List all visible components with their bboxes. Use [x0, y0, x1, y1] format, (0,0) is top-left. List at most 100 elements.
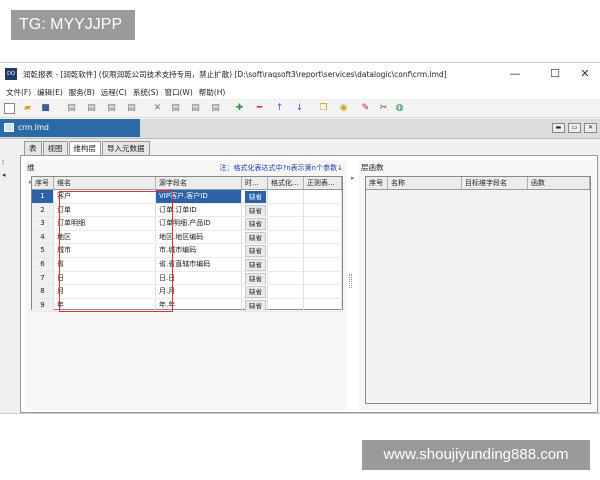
database-icon[interactable]: ◉: [338, 103, 349, 114]
default-button[interactable]: 缺省: [245, 258, 266, 271]
cell-time[interactable]: 缺省: [242, 217, 268, 230]
cell-regex[interactable]: [304, 285, 342, 298]
table-icon[interactable]: ▤: [210, 103, 221, 114]
cell-dim-name[interactable]: 年: [54, 298, 156, 312]
table-row[interactable]: 2 订单 订单.订单ID 缺省: [32, 203, 342, 218]
cell-regex[interactable]: [304, 257, 342, 271]
menu-edit[interactable]: 编辑(E): [37, 87, 63, 98]
row-index[interactable]: 6: [32, 257, 54, 271]
default-button[interactable]: 缺省: [245, 204, 266, 217]
cell-format[interactable]: [268, 257, 304, 271]
cell-format[interactable]: [268, 298, 304, 312]
cell-source-field[interactable]: 订单.订单ID: [156, 203, 242, 217]
cell-time[interactable]: 缺省: [242, 230, 268, 244]
cell-time[interactable]: 缺省: [242, 285, 268, 298]
cell-regex[interactable]: [304, 203, 342, 217]
cell-regex[interactable]: [304, 271, 342, 285]
col-format[interactable]: 格式化...: [268, 177, 304, 189]
default-button[interactable]: 缺省: [245, 191, 266, 203]
col-function[interactable]: 函数: [528, 177, 590, 189]
cell-source-field[interactable]: 年.年: [156, 298, 242, 312]
cell-dim-name[interactable]: 日: [54, 271, 156, 285]
cell-source-field[interactable]: 省.省直辖市编码: [156, 257, 242, 271]
cell-format[interactable]: [268, 203, 304, 217]
col-index[interactable]: 序号: [32, 177, 54, 189]
doc-restore-button[interactable]: ▭: [568, 123, 581, 133]
row-index[interactable]: 4: [32, 230, 54, 244]
table-icon[interactable]: ▤: [190, 103, 201, 114]
cell-time[interactable]: 缺省: [242, 298, 268, 312]
default-button[interactable]: 缺省: [245, 231, 266, 244]
tools-icon[interactable]: ✎: [360, 103, 371, 114]
col-name[interactable]: 名称: [388, 177, 462, 189]
col-target-field[interactable]: 目标维字段名: [462, 177, 528, 189]
col-index[interactable]: 序号: [366, 177, 388, 189]
col-dim-name[interactable]: 维名: [54, 177, 156, 189]
row-index[interactable]: 9: [32, 298, 54, 312]
collapse-arrow-icon[interactable]: ▸: [351, 174, 355, 182]
tab-dimension-layers[interactable]: 维构层: [68, 141, 101, 156]
open-folder-icon[interactable]: ▰: [22, 103, 33, 114]
cell-time[interactable]: 缺省: [242, 257, 268, 271]
cell-source-field[interactable]: 市.城市编码: [156, 244, 242, 257]
menu-service[interactable]: 服务(B): [69, 87, 95, 98]
cell-time[interactable]: 缺省: [242, 271, 268, 285]
cell-regex[interactable]: [304, 190, 342, 203]
cell-dim-name[interactable]: 客户: [54, 190, 156, 203]
table-icon[interactable]: ▤: [170, 103, 181, 114]
menu-help[interactable]: 帮助(H): [199, 87, 226, 98]
add-icon[interactable]: ✚: [234, 103, 245, 114]
cell-format[interactable]: [268, 271, 304, 285]
table-icon[interactable]: ▤: [66, 103, 77, 114]
row-index[interactable]: 7: [32, 271, 54, 285]
doc-close-button[interactable]: ✕: [584, 123, 597, 133]
table-row[interactable]: 1 客户 VIP客户.客户ID 缺省: [32, 190, 342, 204]
splitter-handle[interactable]: ⁝: [2, 159, 4, 167]
cell-format[interactable]: [268, 190, 304, 203]
cell-regex[interactable]: [304, 230, 342, 244]
cell-regex[interactable]: [304, 217, 342, 230]
cell-format[interactable]: [268, 244, 304, 257]
default-button[interactable]: 缺省: [245, 245, 266, 257]
tab-import-metadata[interactable]: 导入元数据: [102, 141, 150, 155]
table-icon[interactable]: ▤: [126, 103, 137, 114]
cell-dim-name[interactable]: 城市: [54, 244, 156, 257]
row-index[interactable]: 1: [32, 190, 54, 203]
cell-regex[interactable]: [304, 244, 342, 257]
cell-time[interactable]: 缺省: [242, 190, 268, 203]
table-icon[interactable]: ▤: [106, 103, 117, 114]
cell-source-field[interactable]: VIP客户.客户ID: [156, 190, 242, 203]
default-button[interactable]: 缺省: [245, 272, 266, 285]
col-source-field[interactable]: 源字段名: [156, 177, 242, 189]
globe-icon[interactable]: ◍: [394, 103, 405, 114]
cell-format[interactable]: [268, 217, 304, 230]
menu-file[interactable]: 文件(F): [6, 87, 31, 98]
tools-icon[interactable]: ✂: [378, 103, 389, 114]
menu-system[interactable]: 系统(S): [133, 87, 159, 98]
default-button[interactable]: 缺省: [245, 286, 266, 298]
minimize-button[interactable]: —: [502, 63, 528, 85]
table-row[interactable]: 7 日日.日 缺省: [32, 271, 342, 286]
new-file-icon[interactable]: [4, 103, 15, 114]
cell-time[interactable]: 缺省: [242, 203, 268, 217]
tab-views[interactable]: 视图: [42, 141, 68, 155]
cell-source-field[interactable]: 月.月: [156, 285, 242, 298]
cell-source-field[interactable]: 订单明细.产品ID: [156, 217, 242, 230]
table-row[interactable]: 9 年年.年 缺省: [32, 298, 342, 313]
table-row[interactable]: 6 省省.省直辖市编码 缺省: [32, 257, 342, 272]
remove-icon[interactable]: ━: [254, 103, 265, 114]
delete-icon[interactable]: ✕: [152, 103, 163, 114]
cell-time[interactable]: 缺省: [242, 244, 268, 257]
menu-remote[interactable]: 远程(C): [101, 87, 127, 98]
cell-dim-name[interactable]: 省: [54, 257, 156, 271]
cell-regex[interactable]: [304, 298, 342, 312]
cell-source-field[interactable]: 日.日: [156, 271, 242, 285]
move-down-icon[interactable]: ↓: [294, 103, 305, 114]
cell-source-field[interactable]: 地区.地区编码: [156, 230, 242, 244]
maximize-button[interactable]: ☐: [542, 63, 568, 85]
default-button[interactable]: 缺省: [245, 218, 266, 230]
cell-dim-name[interactable]: 订单: [54, 203, 156, 217]
table-row[interactable]: 4 地区 地区.地区编码 缺省: [32, 230, 342, 245]
table-icon[interactable]: ▤: [86, 103, 97, 114]
table-row[interactable]: 8 月月.月 缺省: [32, 285, 342, 299]
